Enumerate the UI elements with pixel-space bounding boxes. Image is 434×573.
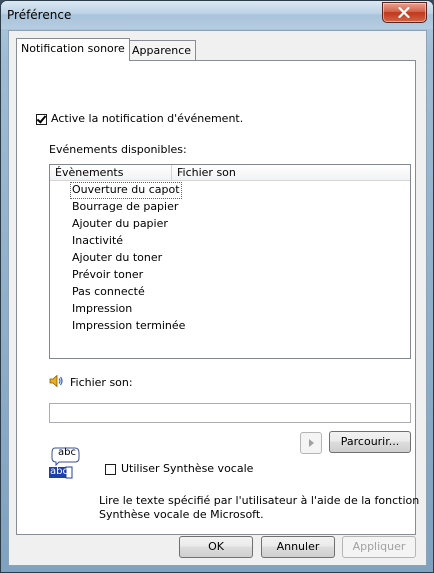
enable-notification-label: Active la notification d'événement.	[51, 112, 244, 125]
dialog-client-area: Notification sonore Apparence Active la …	[8, 30, 427, 566]
list-item[interactable]: Ajouter du toner	[70, 250, 164, 267]
speech-icon-text-bottom: abc	[50, 466, 68, 477]
speech-description-line2: Synthèse vocale de Microsoft.	[99, 508, 264, 521]
tab-apparence[interactable]: Apparence	[127, 40, 197, 60]
events-label: Evénements disponibles:	[49, 143, 187, 156]
apply-button[interactable]: Appliquer	[342, 536, 416, 558]
speech-icon-text-top: abc	[58, 447, 76, 458]
column-header-sound-file[interactable]: Fichier son	[172, 165, 410, 180]
browse-button[interactable]: Parcourir...	[329, 431, 411, 453]
list-item[interactable]: Impression terminée	[70, 318, 187, 335]
speech-synthesis-checkbox[interactable]	[105, 464, 116, 475]
list-item[interactable]: Inactivité	[70, 233, 125, 250]
speech-description-line1: Lire le texte spécifié par l'utilisateur…	[99, 494, 420, 507]
tab-notification-sonore[interactable]: Notification sonore	[16, 38, 130, 61]
speech-synthesis-label: Utiliser Synthèse vocale	[121, 462, 254, 475]
list-item[interactable]: Ajouter du papier	[70, 216, 170, 233]
events-list[interactable]: Évènements Fichier son Ouverture du capo…	[49, 164, 411, 359]
list-item[interactable]: Ouverture du capot	[70, 182, 182, 199]
title-bar[interactable]: Préférence	[1, 1, 433, 29]
sound-file-label: Fichier son:	[70, 376, 133, 389]
cancel-button[interactable]: Annuler	[261, 536, 335, 558]
ok-button[interactable]: OK	[179, 536, 253, 558]
tab-panel: Active la notification d'événement. Evén…	[16, 60, 420, 535]
list-item[interactable]: Pas connecté	[70, 284, 147, 301]
list-item[interactable]: Prévoir toner	[70, 267, 145, 284]
preference-window: Préférence Notification sonore Apparence…	[0, 0, 434, 573]
close-icon	[398, 7, 410, 18]
text-to-speech-icon: abc abc	[49, 447, 81, 479]
close-button[interactable]	[382, 2, 427, 23]
tab-label: Notification sonore	[21, 42, 125, 55]
list-item[interactable]: Impression	[70, 301, 134, 318]
play-sound-button[interactable]	[300, 432, 322, 454]
window-title: Préférence	[7, 8, 72, 22]
list-item[interactable]: Bourrage de papier	[70, 199, 180, 216]
events-list-header: Évènements Fichier son	[50, 165, 410, 181]
speaker-icon	[49, 374, 63, 388]
tab-label: Apparence	[132, 44, 192, 57]
column-header-events[interactable]: Évènements	[50, 165, 172, 180]
play-icon	[309, 439, 314, 447]
sound-file-input[interactable]	[49, 403, 411, 423]
enable-notification-checkbox[interactable]	[36, 114, 47, 125]
